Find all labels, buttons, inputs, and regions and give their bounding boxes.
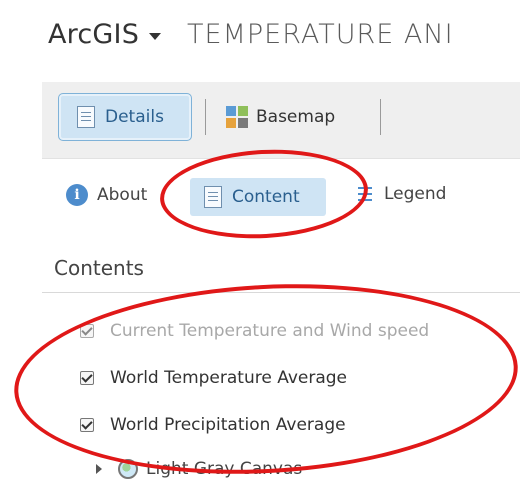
- layer-label: World Temperature Average: [110, 368, 348, 388]
- app-header: ArcGIS TEMPERATURE ANI: [48, 14, 454, 54]
- checkbox-icon[interactable]: [80, 324, 94, 338]
- layer-item[interactable]: World Temperature Average: [80, 365, 347, 391]
- document-icon: [204, 186, 222, 208]
- basemap-button[interactable]: Basemap: [226, 99, 335, 135]
- toolbar-divider: [42, 158, 520, 159]
- info-icon: i: [66, 184, 88, 206]
- contents-divider: [42, 292, 520, 293]
- details-button[interactable]: Details: [58, 93, 192, 141]
- tab-legend-label: Legend: [384, 184, 447, 204]
- chevron-down-icon[interactable]: [149, 32, 162, 40]
- globe-icon: [118, 459, 138, 479]
- basemap-button-label: Basemap: [256, 107, 336, 127]
- tab-legend[interactable]: Legend: [358, 184, 446, 204]
- layer-item[interactable]: World Precipitation Average: [80, 412, 346, 438]
- app-name-button[interactable]: ArcGIS: [48, 19, 139, 50]
- toolbar-separator: [205, 99, 206, 135]
- tab-content-label: Content: [232, 187, 300, 207]
- tab-about[interactable]: i About: [66, 184, 147, 206]
- details-button-label: Details: [105, 107, 164, 127]
- contents-heading: Contents: [54, 256, 144, 280]
- document-icon: [77, 106, 95, 128]
- map-title: TEMPERATURE ANI: [187, 18, 454, 50]
- checkbox-icon[interactable]: [80, 418, 94, 432]
- basemap-layer-item[interactable]: Light Gray Canvas: [96, 456, 302, 482]
- expand-triangle-icon[interactable]: [96, 464, 102, 474]
- tab-content[interactable]: Content: [190, 178, 326, 216]
- layer-label: Current Temperature and Wind speed: [110, 321, 430, 341]
- checkbox-icon[interactable]: [80, 371, 94, 385]
- tab-about-label: About: [97, 185, 148, 205]
- basemap-grid-icon: [226, 106, 248, 128]
- layer-label: World Precipitation Average: [110, 415, 346, 435]
- basemap-layer-label: Light Gray Canvas: [146, 459, 303, 479]
- layer-item[interactable]: Current Temperature and Wind speed: [80, 318, 429, 344]
- legend-icon: [358, 186, 372, 202]
- toolbar-separator: [380, 99, 381, 135]
